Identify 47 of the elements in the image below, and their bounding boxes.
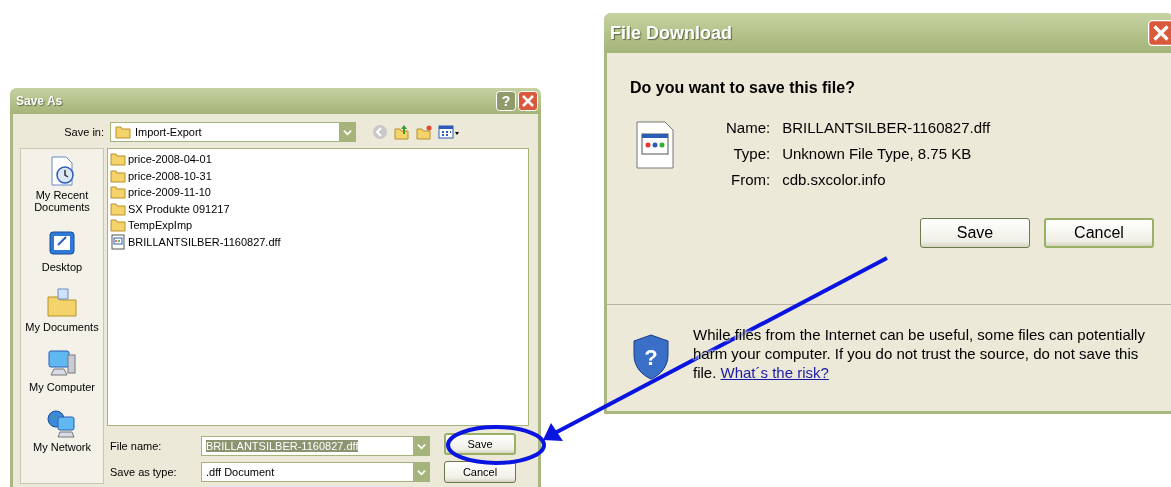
- place-item[interactable]: My Network: [23, 407, 101, 453]
- folder-icon: [110, 151, 126, 168]
- close-icon[interactable]: [518, 91, 538, 111]
- detail-value: cdb.sxcolor.info: [782, 171, 887, 188]
- place-item[interactable]: Desktop: [23, 227, 101, 273]
- file-icon: [636, 121, 674, 169]
- cancel-button[interactable]: Cancel: [1044, 218, 1154, 248]
- folder-icon: [110, 200, 126, 217]
- save-in-dropdown[interactable]: Import-Export: [110, 122, 356, 142]
- folder-icon: [46, 287, 78, 319]
- file-name-label: File name:: [110, 440, 163, 452]
- detail-value: Unknown File Type, 8.75 KB: [782, 145, 973, 162]
- save-button[interactable]: Save: [444, 433, 516, 455]
- save-button[interactable]: Save: [920, 218, 1030, 248]
- save-as-type-label: Save as type:: [110, 466, 178, 478]
- detail-label: From:: [730, 171, 771, 188]
- folder-icon: [115, 124, 131, 140]
- file-item[interactable]: SX Produkte 091217: [110, 200, 526, 217]
- folder-icon: [110, 167, 126, 184]
- file-item[interactable]: price-2008-04-01: [110, 151, 526, 168]
- window-title: Save As: [16, 94, 63, 108]
- place-item[interactable]: My Recent Documents: [23, 155, 101, 213]
- detail-value: BRILLANTSILBER-1160827.dff: [782, 119, 991, 136]
- file-item[interactable]: price-2009-11-10: [110, 184, 526, 201]
- file-item[interactable]: price-2008-10-31: [110, 167, 526, 184]
- window-title: File Download: [610, 22, 732, 44]
- place-item[interactable]: My Documents: [23, 287, 101, 333]
- view-menu-icon[interactable]: [438, 124, 460, 140]
- computer-icon: [46, 347, 78, 379]
- network-computer-icon: [46, 407, 78, 439]
- question-heading: Do you want to save this file?: [630, 79, 856, 97]
- back-icon[interactable]: [372, 124, 388, 140]
- save-as-type-dropdown[interactable]: .dff Document: [201, 462, 430, 482]
- folder-icon: [110, 184, 126, 201]
- risk-link[interactable]: What´s the risk?: [720, 364, 829, 382]
- close-icon[interactable]: [1148, 20, 1171, 46]
- place-item[interactable]: My Computer: [23, 347, 101, 393]
- detail-label: Name:: [726, 119, 771, 136]
- shield-question-icon: ?: [631, 333, 671, 381]
- file-item[interactable]: TempExpImp: [110, 217, 526, 234]
- file-item[interactable]: BRILLANTSILBER-1160827.dff: [110, 233, 526, 250]
- new-folder-icon[interactable]: [416, 124, 432, 140]
- save-in-label: Save in:: [63, 126, 104, 138]
- detail-label: Type:: [732, 145, 771, 162]
- up-folder-icon[interactable]: [394, 124, 410, 140]
- folder-icon: [110, 217, 126, 234]
- file-icon: [110, 233, 126, 250]
